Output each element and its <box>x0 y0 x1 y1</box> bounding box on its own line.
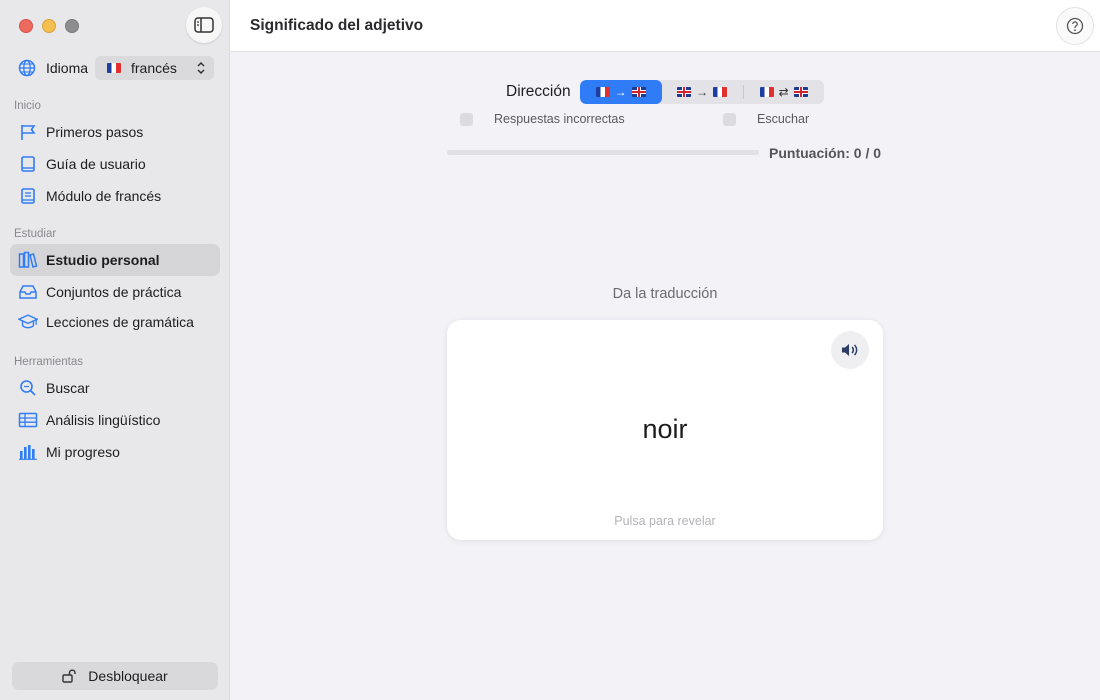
close-window-button[interactable] <box>19 19 33 33</box>
sidebar-item-label: Módulo de francés <box>46 188 162 204</box>
magnifier-icon <box>18 378 38 398</box>
main-content: Significado del adjetivo Dirección → → ⇄… <box>230 0 1100 700</box>
chevron-updown-icon <box>197 61 205 75</box>
app-window: Idioma francés Inicio Primeros pasos Guí… <box>0 0 1100 700</box>
speaker-icon <box>842 344 858 356</box>
arrow-right-icon: → <box>696 85 709 99</box>
direction-label: Dirección <box>506 83 571 100</box>
sidebar-item-lecciones-gramatica[interactable]: Lecciones de gramática <box>10 306 220 338</box>
arrow-right-icon: → <box>614 85 627 99</box>
france-flag-icon <box>107 63 121 73</box>
direction-fr-to-en-segment[interactable]: → <box>579 80 662 104</box>
sidebar-item-label: Primeros pasos <box>46 124 144 140</box>
bar-chart-icon <box>18 442 38 462</box>
uk-flag-icon <box>793 87 808 97</box>
zoom-window-button[interactable] <box>65 19 79 33</box>
flag-icon <box>18 122 38 142</box>
sidebar: Idioma francés Inicio Primeros pasos Guí… <box>0 0 230 700</box>
direction-en-to-fr-segment[interactable]: → <box>662 80 743 104</box>
language-select-value: francés <box>131 60 177 76</box>
sidebar-icon <box>194 17 214 33</box>
sidebar-item-primeros-pasos[interactable]: Primeros pasos <box>10 116 220 148</box>
uk-flag-icon <box>677 87 692 97</box>
sidebar-item-analisis-linguistico[interactable]: Análisis lingüístico <box>10 404 220 436</box>
sidebar-item-buscar[interactable]: Buscar <box>10 372 220 404</box>
flashcard[interactable]: noir Pulsa para revelar <box>447 320 883 540</box>
listen-option[interactable]: Escuchar <box>723 112 809 126</box>
toolbar: Significado del adjetivo <box>230 0 1100 52</box>
books-icon <box>18 250 38 270</box>
sidebar-toggle-button[interactable] <box>186 7 222 43</box>
direction-segmented-control: → → ⇄ <box>579 80 824 104</box>
france-flag-icon <box>759 87 774 97</box>
globe-icon <box>18 59 36 77</box>
minimize-window-button[interactable] <box>42 19 56 33</box>
help-button[interactable] <box>1056 7 1094 45</box>
book-closed-icon <box>18 186 38 206</box>
sidebar-item-conjuntos-practica[interactable]: Conjuntos de práctica <box>10 276 220 308</box>
sidebar-item-label: Buscar <box>46 380 90 396</box>
sidebar-item-mi-progreso[interactable]: Mi progreso <box>10 436 220 468</box>
flashcard-word: noir <box>642 414 688 444</box>
sidebar-item-estudio-personal[interactable]: Estudio personal <box>10 244 220 276</box>
unlock-icon <box>62 669 76 683</box>
france-flag-icon <box>713 87 728 97</box>
section-title-herramientas: Herramientas <box>14 356 84 368</box>
listen-label: Escuchar <box>757 112 810 126</box>
page-title: Significado del adjetivo <box>250 17 424 34</box>
uk-flag-icon <box>631 87 646 97</box>
sidebar-item-label: Mi progreso <box>46 444 120 460</box>
graduation-cap-icon <box>18 312 38 332</box>
direction-both-segment[interactable]: ⇄ <box>742 85 824 99</box>
sidebar-item-label: Guía de usuario <box>46 156 146 172</box>
reveal-hint: Pulsa para revelar <box>614 514 716 528</box>
play-audio-button[interactable] <box>831 331 869 369</box>
progress-bar <box>447 150 759 155</box>
sidebar-item-label: Lecciones de gramática <box>46 314 194 330</box>
wrong-answers-label: Respuestas incorrectas <box>494 112 625 126</box>
unlock-button[interactable]: Desbloquear <box>12 662 218 690</box>
wrong-answers-checkbox[interactable] <box>460 112 473 126</box>
sidebar-item-guia-de-usuario[interactable]: Guía de usuario <box>10 148 220 180</box>
table-icon <box>18 410 38 430</box>
sidebar-item-modulo-frances[interactable]: Módulo de francés <box>10 180 220 212</box>
wrong-answers-option[interactable]: Respuestas incorrectas <box>460 112 625 126</box>
score-label: Puntuación: 0 / 0 <box>769 145 882 161</box>
section-title-inicio: Inicio <box>14 100 41 112</box>
language-label: Idioma <box>46 60 89 76</box>
arrows-swap-icon: ⇄ <box>778 85 789 99</box>
sidebar-item-label: Análisis lingüístico <box>46 412 161 428</box>
listen-checkbox[interactable] <box>723 112 736 126</box>
france-flag-icon <box>595 87 610 97</box>
unlock-label: Desbloquear <box>88 668 168 684</box>
window-controls <box>19 19 79 33</box>
prompt-label: Da la traducción <box>612 286 718 302</box>
section-title-estudiar: Estudiar <box>14 228 57 240</box>
language-row: Idioma francés <box>18 56 214 80</box>
tray-icon <box>18 282 38 302</box>
sidebar-item-label: Estudio personal <box>46 252 160 268</box>
book-icon <box>18 154 38 174</box>
direction-row: Dirección → → ⇄ <box>506 80 824 104</box>
sidebar-item-label: Conjuntos de práctica <box>46 284 182 300</box>
language-select[interactable]: francés <box>95 56 214 80</box>
question-icon <box>1066 17 1084 35</box>
